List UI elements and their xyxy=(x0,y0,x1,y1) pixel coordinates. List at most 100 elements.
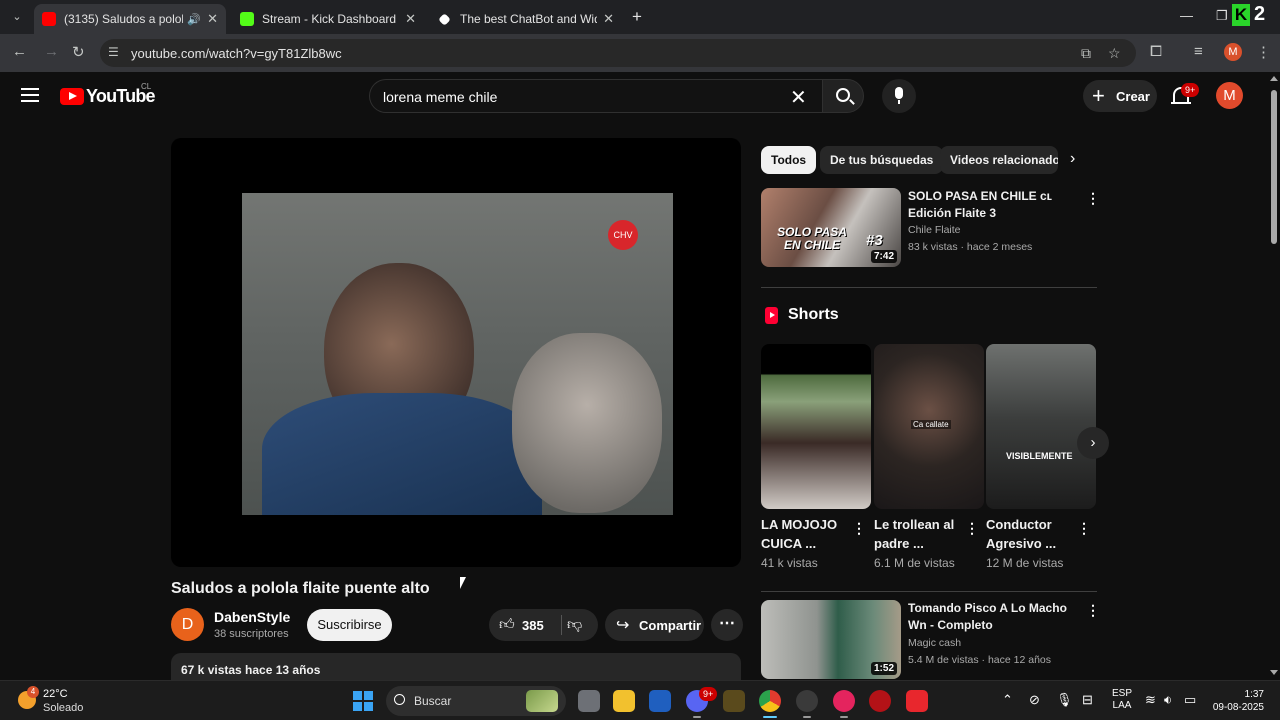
tab-close-icon[interactable]: ✕ xyxy=(603,11,614,27)
search-input[interactable]: lorena meme chile ✕ xyxy=(369,79,822,113)
like-button[interactable]: 👍︎ 385 xyxy=(489,609,561,641)
chevron-right-icon[interactable]: › xyxy=(1070,150,1075,168)
short-thumbnail[interactable]: VISIBLEMENTE xyxy=(986,344,1096,509)
kick-extension-icon[interactable]: K xyxy=(1232,4,1250,26)
channel-avatar[interactable]: D xyxy=(171,608,204,641)
game-app-icon[interactable] xyxy=(869,690,891,712)
chrome-icon[interactable] xyxy=(759,690,781,712)
file-explorer-icon[interactable] xyxy=(613,690,635,712)
language-indicator[interactable]: ESP LAA xyxy=(1112,688,1132,712)
kebab-menu-icon[interactable]: ⋮ xyxy=(1086,190,1100,207)
recommended-title[interactable]: SOLO PASA EN CHILE ᴄʟ Edición Flaite 3 xyxy=(908,188,1080,222)
media-player-icon[interactable] xyxy=(833,690,855,712)
channel-name[interactable]: DabenStyle xyxy=(214,609,290,625)
speaker-icon[interactable]: 🔊 xyxy=(187,13,201,26)
site-info-icon[interactable]: ☰ xyxy=(108,45,119,59)
taskbar-search[interactable]: Buscar xyxy=(386,686,566,716)
chip-de-tus-busquedas[interactable]: De tus búsquedas xyxy=(820,146,944,174)
scrollbar-thumb[interactable] xyxy=(1271,90,1277,244)
shorts-next-button[interactable]: › xyxy=(1077,427,1109,459)
volume-icon[interactable]: 🔉︎ xyxy=(1164,692,1172,708)
bookmark-star-icon[interactable]: ☆ xyxy=(1108,45,1121,62)
search-button[interactable] xyxy=(822,79,864,113)
kebab-menu-icon[interactable]: ⋮ xyxy=(852,520,866,537)
views-and-date: 67 k vistas hace 13 años xyxy=(181,663,321,677)
minimize-button[interactable]: — xyxy=(1180,8,1193,23)
address-bar[interactable]: ☰ youtube.com/watch?v=gyT81Zlb8wc ⧉ ☆ xyxy=(100,39,1136,67)
store-icon[interactable] xyxy=(649,690,671,712)
recommended-channel[interactable]: Magic cash xyxy=(908,637,961,649)
tab-kick-dashboard[interactable]: Stream - Kick Dashboard ✕ xyxy=(232,4,424,34)
kebab-menu-icon[interactable]: ⋮ xyxy=(1077,520,1091,537)
url-text: youtube.com/watch?v=gyT81Zlb8wc xyxy=(131,46,342,61)
video-content-jacket xyxy=(262,393,542,515)
share-button[interactable]: ↪ Compartir xyxy=(605,609,704,641)
short-title[interactable]: Conductor Agresivo ... xyxy=(986,515,1071,553)
short-caption: Ca callate xyxy=(911,420,951,429)
tab-close-icon[interactable]: ✕ xyxy=(207,11,218,27)
show-hidden-icons-icon[interactable]: ⌃ xyxy=(1002,692,1013,708)
battery-icon[interactable]: ▭ xyxy=(1184,692,1196,708)
media-controls-icon[interactable]: ≡ xyxy=(1194,43,1203,60)
tray-app-icon[interactable]: ⊟ xyxy=(1082,692,1093,708)
task-view-icon[interactable] xyxy=(578,690,600,712)
video-title: Saludos a polola flaite puente alto xyxy=(171,580,430,597)
network-status-icon[interactable]: ⊘ xyxy=(1029,692,1040,708)
recommended-thumbnail[interactable]: 1:52 xyxy=(761,600,901,679)
tab-close-icon[interactable]: ✕ xyxy=(405,11,416,27)
forward-arrow-icon[interactable]: → xyxy=(44,43,59,60)
new-tab-button[interactable]: + xyxy=(632,7,642,27)
weather-badge: 4 xyxy=(27,686,39,698)
recommended-thumbnail[interactable]: SOLO PASA EN CHILE #3 7:42 xyxy=(761,188,901,267)
thumbs-down-icon[interactable]: 👎︎ xyxy=(567,616,582,634)
microphone-icon[interactable]: 🎙︎ xyxy=(1056,692,1073,708)
app-icon[interactable] xyxy=(723,690,745,712)
section-divider xyxy=(761,591,1097,592)
tab-youtube[interactable]: (3135) Saludos a polola flaite 🔊 ✕ xyxy=(34,4,226,34)
search-icon xyxy=(394,694,405,705)
short-thumbnail[interactable] xyxy=(761,344,871,509)
tab-chatbot[interactable]: The best ChatBot and Widgets ✕ xyxy=(430,4,622,34)
back-arrow-icon[interactable]: ← xyxy=(12,43,27,60)
scroll-down-arrow-icon[interactable] xyxy=(1270,670,1278,675)
app-active-indicator xyxy=(763,716,777,718)
video-player[interactable]: CHV xyxy=(171,138,741,567)
kebab-menu-icon[interactable]: ⋮ xyxy=(965,520,979,537)
browser-menu-icon[interactable]: ⋮ xyxy=(1256,43,1271,61)
windows-start-icon[interactable] xyxy=(353,691,373,711)
short-title[interactable]: LA MOJOJO CUICA ... xyxy=(761,515,841,553)
extensions-puzzle-icon[interactable]: ⧠ xyxy=(1150,43,1162,60)
temperature[interactable]: 22°C xyxy=(43,688,68,700)
shorts-heading: Shorts xyxy=(788,306,839,323)
create-button[interactable]: + Crear xyxy=(1083,80,1157,112)
account-avatar[interactable]: M xyxy=(1216,82,1243,109)
openai-icon[interactable] xyxy=(796,690,818,712)
tab-search-icon[interactable]: ⌄ xyxy=(6,7,28,27)
youtube-logo-icon[interactable] xyxy=(60,88,84,105)
streaming-app-icon[interactable] xyxy=(906,690,928,712)
video-frame[interactable]: CHV xyxy=(242,193,673,515)
voice-search-button[interactable] xyxy=(882,79,916,113)
short-thumbnail[interactable]: Ca callate xyxy=(874,344,984,509)
chip-videos-relacionados[interactable]: Videos relacionados xyxy=(940,146,1058,174)
reload-icon[interactable]: ↻ xyxy=(72,43,85,61)
restore-button[interactable]: ❐ xyxy=(1216,8,1228,24)
subscribe-button[interactable]: Suscribirse xyxy=(307,609,392,641)
weather-condition[interactable]: Soleado xyxy=(43,702,83,714)
system-clock[interactable]: 1:37 09-08-2025 xyxy=(1212,688,1264,714)
install-app-icon[interactable]: ⧉ xyxy=(1081,45,1091,62)
kebab-menu-icon[interactable]: ⋮ xyxy=(1086,602,1100,619)
app-running-indicator xyxy=(840,716,848,718)
more-actions-button[interactable]: ⋯ xyxy=(711,609,743,641)
browser-profile-avatar[interactable]: M xyxy=(1224,43,1242,61)
duration-badge: 7:42 xyxy=(870,250,897,263)
scroll-up-arrow-icon[interactable] xyxy=(1270,76,1278,81)
recommended-channel[interactable]: Chile Flaite xyxy=(908,224,961,236)
wifi-icon[interactable]: ≋ xyxy=(1145,692,1156,708)
clear-search-icon[interactable]: ✕ xyxy=(790,85,807,110)
page-scrollbar[interactable] xyxy=(1268,72,1280,680)
short-title[interactable]: Le trollean al padre ... xyxy=(874,515,959,553)
recommended-title[interactable]: Tomando Pisco A Lo Macho Wn - Completo xyxy=(908,600,1080,634)
chip-todos[interactable]: Todos xyxy=(761,146,817,174)
hamburger-menu-icon[interactable] xyxy=(21,88,39,102)
